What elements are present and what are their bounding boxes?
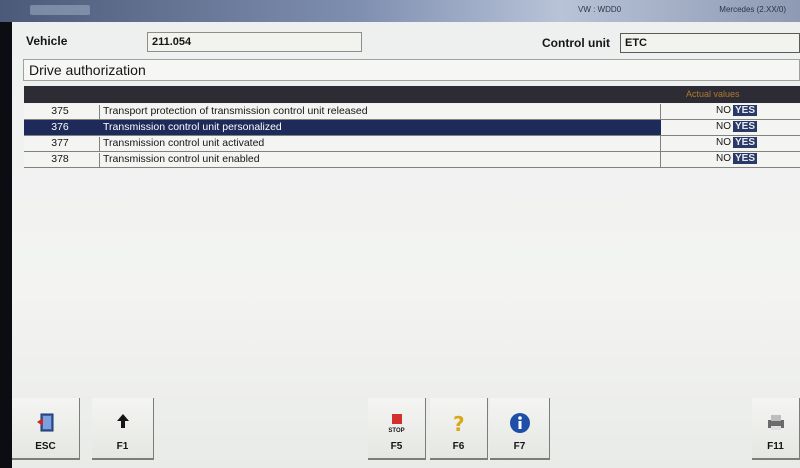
stop-icon bbox=[387, 412, 407, 439]
table-row[interactable]: 377 Transmission control unit activated … bbox=[24, 136, 800, 152]
section-title: Drive authorization bbox=[23, 59, 800, 81]
f1-button[interactable]: F1 bbox=[92, 398, 154, 460]
table-row[interactable]: 378 Transmission control unit enabled NO… bbox=[24, 152, 800, 168]
row-number: 375 bbox=[51, 105, 69, 117]
value-yes: YES bbox=[733, 153, 758, 164]
control-unit-field: ETC bbox=[620, 33, 800, 53]
value-no: NO bbox=[716, 105, 731, 116]
f11-label: F11 bbox=[767, 441, 784, 452]
f11-print-button[interactable]: F11 bbox=[752, 398, 800, 460]
window-title-bar: VW : WDD0 Mercedes (2.XX/0) bbox=[0, 0, 800, 22]
window-title-far: Mercedes (2.XX/0) bbox=[719, 5, 786, 14]
arrow-up-icon bbox=[115, 412, 131, 435]
f6-help-button[interactable]: ? F6 bbox=[430, 398, 488, 460]
esc-button[interactable]: ESC bbox=[12, 398, 80, 460]
esc-label: ESC bbox=[35, 441, 56, 452]
table-row-selected[interactable]: 376 Transmission control unit personaliz… bbox=[24, 120, 800, 136]
main-screen: Vehicle 211.054 Control unit ETC Drive a… bbox=[12, 22, 800, 468]
info-icon bbox=[509, 412, 531, 439]
row-value: NO YES bbox=[660, 136, 800, 151]
f5-stop-button[interactable]: STOP F5 bbox=[368, 398, 426, 460]
row-description: Transport protection of transmission con… bbox=[99, 105, 368, 119]
row-value: NO YES bbox=[660, 152, 800, 167]
table-header: Actual values bbox=[24, 86, 800, 103]
value-yes: YES bbox=[733, 105, 758, 116]
row-value: NO YES bbox=[660, 104, 800, 119]
row-number: 376 bbox=[51, 121, 69, 133]
values-table: 375 Transport protection of transmission… bbox=[24, 104, 800, 168]
row-description: Transmission control unit personalized bbox=[99, 121, 282, 135]
actual-values-header: Actual values bbox=[686, 89, 740, 99]
row-value: NO YES bbox=[660, 120, 800, 135]
svg-text:?: ? bbox=[453, 412, 465, 436]
printer-icon bbox=[765, 412, 787, 437]
value-no: NO bbox=[716, 153, 731, 164]
f5-label: F5 bbox=[390, 441, 403, 452]
vehicle-field: 211.054 bbox=[147, 32, 362, 52]
f7-label: F7 bbox=[513, 441, 526, 452]
row-number: 377 bbox=[51, 137, 69, 149]
row-number: 378 bbox=[51, 153, 69, 165]
window-title bbox=[30, 5, 90, 15]
row-description: Transmission control unit activated bbox=[99, 137, 264, 151]
window-title-right: VW : WDD0 bbox=[578, 5, 622, 14]
f7-info-button[interactable]: F7 bbox=[490, 398, 550, 460]
stop-text: STOP bbox=[388, 428, 405, 434]
value-yes: YES bbox=[733, 121, 758, 132]
value-no: NO bbox=[716, 137, 731, 148]
table-row[interactable]: 375 Transport protection of transmission… bbox=[24, 104, 800, 120]
question-mark-icon: ? bbox=[449, 412, 469, 441]
value-yes: YES bbox=[733, 137, 758, 148]
row-description: Transmission control unit enabled bbox=[99, 153, 260, 167]
f6-label: F6 bbox=[452, 441, 465, 452]
vehicle-label: Vehicle bbox=[26, 34, 68, 48]
exit-door-icon bbox=[35, 412, 57, 439]
value-no: NO bbox=[716, 121, 731, 132]
f1-label: F1 bbox=[116, 441, 129, 452]
function-key-bar: ESC F1 STOP F5 ? F6 F7 F11 bbox=[12, 398, 800, 468]
control-unit-label: Control unit bbox=[542, 36, 610, 50]
